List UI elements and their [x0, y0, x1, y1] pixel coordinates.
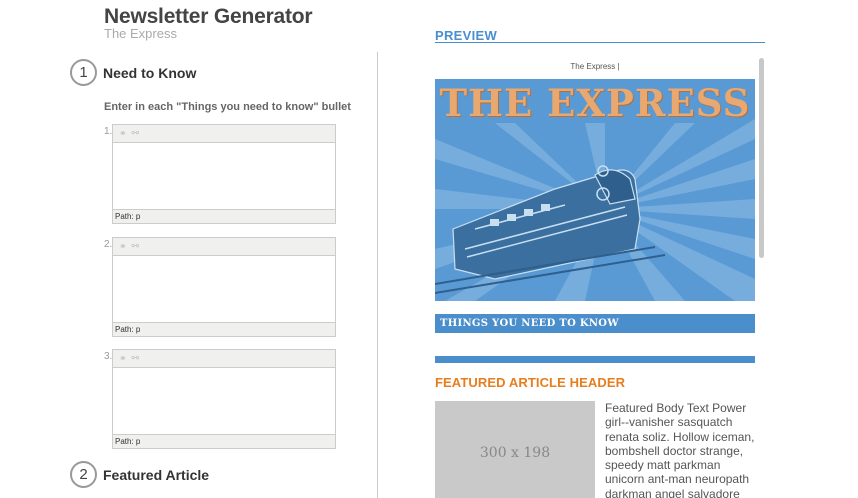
rich-text-editor-3[interactable]: ⚭ ⚯ Path: p — [112, 349, 336, 449]
editor-path-status: Path: p — [113, 322, 335, 336]
scrollbar-thumb[interactable] — [759, 58, 764, 258]
step-label: Need to Know — [103, 64, 197, 81]
featured-body-text: Featured Body Text Power girl--vanisher … — [605, 401, 755, 498]
things-you-need-to-know-bar: THINGS YOU NEED TO KNOW — [435, 314, 755, 333]
placeholder-dimensions: 300 x 198 — [479, 445, 551, 461]
preview-heading-rule — [435, 42, 765, 43]
section-separator-bar — [435, 356, 755, 363]
step-number-badge: 2 — [70, 461, 97, 488]
page-subtitle: The Express — [104, 26, 177, 41]
unlink-icon[interactable]: ⚯ — [132, 354, 140, 363]
link-icon[interactable]: ⚭ — [119, 129, 127, 138]
step-1-heading: 1 Need to Know — [70, 59, 196, 86]
rich-text-editor-1[interactable]: ⚭ ⚯ Path: p — [112, 124, 336, 224]
link-icon[interactable]: ⚭ — [119, 354, 127, 363]
step-2-heading: 2 Featured Article — [70, 461, 209, 488]
link-icon[interactable]: ⚭ — [119, 242, 127, 251]
bullet-instructions: Enter in each "Things you need to know" … — [104, 101, 351, 113]
editor-toolbar: ⚭ ⚯ — [113, 125, 335, 143]
rich-text-editor-2[interactable]: ⚭ ⚯ Path: p — [112, 237, 336, 337]
featured-article-header: FEATURED ARTICLE HEADER — [435, 375, 626, 390]
step-number-badge: 1 — [70, 59, 97, 86]
newsletter-banner: THE EXPRESS — [435, 79, 755, 301]
editor-path-status: Path: p — [113, 209, 335, 223]
step-label: Featured Article — [103, 466, 210, 483]
featured-image-placeholder: 300 x 198 — [435, 401, 595, 498]
editor-path-status: Path: p — [113, 434, 335, 448]
preview-heading: PREVIEW — [435, 28, 498, 43]
editor-toolbar: ⚭ ⚯ — [113, 350, 335, 368]
preview-scrollbar[interactable] — [758, 56, 765, 498]
editor-text-area[interactable] — [113, 368, 335, 434]
newsletter-header-text: The Express | — [570, 62, 620, 71]
unlink-icon[interactable]: ⚯ — [132, 242, 140, 251]
column-divider — [377, 52, 378, 498]
banner-title: THE EXPRESS — [439, 81, 751, 125]
things-heading: THINGS YOU NEED TO KNOW — [440, 318, 619, 329]
unlink-icon[interactable]: ⚯ — [132, 129, 140, 138]
editor-text-area[interactable] — [113, 256, 335, 322]
editor-toolbar: ⚭ ⚯ — [113, 238, 335, 256]
editor-text-area[interactable] — [113, 143, 335, 209]
